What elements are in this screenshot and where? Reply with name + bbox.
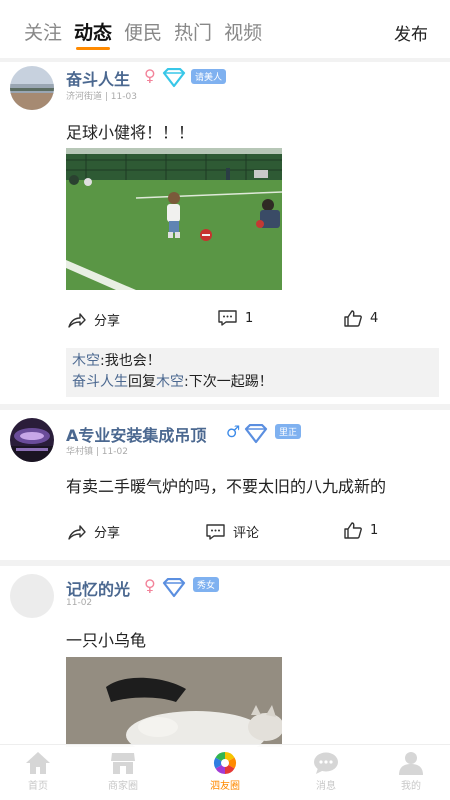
post-card: A专业安装集成吊顶 ♂ 里正 华村镇 | 11-02 有卖二手暖气炉的吗，不要太… — [0, 410, 450, 560]
nav-profile[interactable]: 我的 — [376, 751, 446, 792]
comment-author[interactable]: 奋斗人生 — [72, 374, 128, 390]
nav-label: 泗友圈 — [210, 781, 240, 792]
diamond-vip-icon — [244, 424, 268, 444]
message-icon — [314, 752, 338, 774]
tab-follow[interactable]: 关注 — [24, 18, 62, 50]
level-badge: 请美人 — [191, 69, 227, 84]
post-meta: 华村镇 | 11-02 — [66, 447, 128, 457]
comment-text: :我也会！ — [100, 353, 161, 369]
post-date: 11-02 — [66, 598, 93, 608]
nav-label: 我的 — [401, 781, 421, 792]
diamond-vip-icon — [162, 578, 186, 598]
tab-hot[interactable]: 热门 — [174, 18, 212, 50]
username[interactable]: 记忆的光 — [66, 576, 130, 600]
thumbs-up-icon — [344, 310, 362, 327]
share-button[interactable]: 分享 — [68, 310, 120, 329]
post-meta: 济河街道 | 11-03 — [66, 92, 137, 102]
reply-target[interactable]: 木空 — [156, 374, 184, 390]
nav-community[interactable]: 泗友圈 — [190, 751, 260, 792]
avatar-ceiling-image — [10, 418, 54, 462]
female-gender-icon: ♀ — [144, 576, 156, 595]
post-actions: 分享 1 4 — [0, 310, 450, 332]
comment-author[interactable]: 木空 — [72, 353, 100, 369]
post-actions: 分享 评论 1 — [0, 522, 450, 544]
level-badge: 里正 — [275, 424, 302, 439]
cat-photo-image — [66, 657, 282, 747]
user-icon — [399, 752, 423, 775]
comment-icon — [218, 310, 237, 326]
tab-local[interactable]: 便民 — [124, 18, 162, 50]
publish-button[interactable]: 发布 — [394, 20, 428, 45]
share-button[interactable]: 分享 — [68, 522, 120, 541]
comment-item[interactable]: 奋斗人生回复木空:下次一起踢！ — [72, 372, 433, 393]
post-photo[interactable] — [66, 148, 282, 290]
avatar[interactable] — [10, 418, 54, 462]
post-date: 11-02 — [101, 447, 128, 457]
comment-list: 木空:我也会！ 奋斗人生回复木空:下次一起踢！ — [66, 348, 439, 397]
comment-text: :下次一起踢！ — [184, 374, 273, 390]
like-button[interactable]: 4 — [344, 310, 378, 327]
tab-video[interactable]: 视频 — [224, 18, 262, 50]
nav-messages[interactable]: 消息 — [291, 751, 361, 792]
diamond-vip-icon — [162, 68, 186, 88]
share-label: 分享 — [94, 314, 121, 329]
comment-item[interactable]: 木空:我也会！ — [72, 351, 433, 372]
avatar-landscape-image — [10, 66, 54, 110]
female-gender-icon: ♀ — [144, 66, 156, 85]
location-text: 济河街道 — [66, 92, 103, 102]
soccer-field-image — [66, 148, 282, 290]
like-count: 4 — [370, 311, 379, 326]
share-icon — [68, 524, 86, 540]
avatar[interactable] — [10, 66, 54, 110]
comment-icon — [206, 523, 225, 540]
shop-icon — [111, 753, 135, 774]
reply-word: 回复 — [128, 374, 156, 390]
like-button[interactable]: 1 — [344, 522, 378, 539]
comment-label: 评论 — [233, 526, 260, 541]
camera-aperture-icon — [214, 752, 236, 774]
level-badge: 秀女 — [193, 577, 220, 592]
bottom-nav: 首页 商家圈 泗友圈 消息 我的 — [0, 744, 450, 800]
tab-dynamic[interactable]: 动态 — [74, 18, 112, 50]
post-date: 11-03 — [110, 92, 137, 102]
username[interactable]: 奋斗人生 — [66, 66, 130, 90]
nav-home[interactable]: 首页 — [3, 751, 73, 792]
home-icon — [26, 752, 50, 774]
comment-count: 1 — [245, 310, 254, 326]
thumbs-up-icon — [344, 522, 362, 539]
post-photo[interactable] — [66, 657, 282, 747]
avatar[interactable] — [10, 574, 54, 618]
share-label: 分享 — [94, 526, 121, 541]
post-card: 记忆的光 ♀ 秀女 11-02 一只小乌龟 — [0, 566, 450, 747]
nav-label: 消息 — [316, 781, 336, 792]
nav-label: 首页 — [28, 781, 48, 792]
app-root: 关注 动态 便民 热门 视频 发布 奋斗人生 ♀ 请美人 济河街道 | 11-0… — [0, 0, 450, 800]
post-text: 足球小健将！！！ — [66, 123, 195, 142]
nav-shop[interactable]: 商家圈 — [88, 751, 158, 792]
comment-button[interactable]: 1 — [218, 310, 253, 326]
nav-label: 商家圈 — [108, 781, 138, 792]
comment-button[interactable]: 评论 — [206, 522, 259, 541]
post-card: 奋斗人生 ♀ 请美人 济河街道 | 11-03 足球小健将！！！ 分享 1 4 … — [0, 62, 450, 402]
post-text: 一只小乌龟 — [66, 631, 147, 650]
like-count: 1 — [370, 523, 379, 538]
username[interactable]: A专业安装集成吊顶 — [66, 422, 206, 446]
location-text: 华村镇 — [66, 447, 94, 457]
post-text: 有卖二手暖气炉的吗，不要太旧的八九成新的 — [66, 477, 387, 496]
male-gender-icon: ♂ — [226, 422, 241, 441]
top-bar: 关注 动态 便民 热门 视频 发布 — [0, 0, 450, 58]
top-tabs: 关注 动态 便民 热门 视频 — [24, 18, 262, 50]
share-icon — [68, 312, 86, 328]
